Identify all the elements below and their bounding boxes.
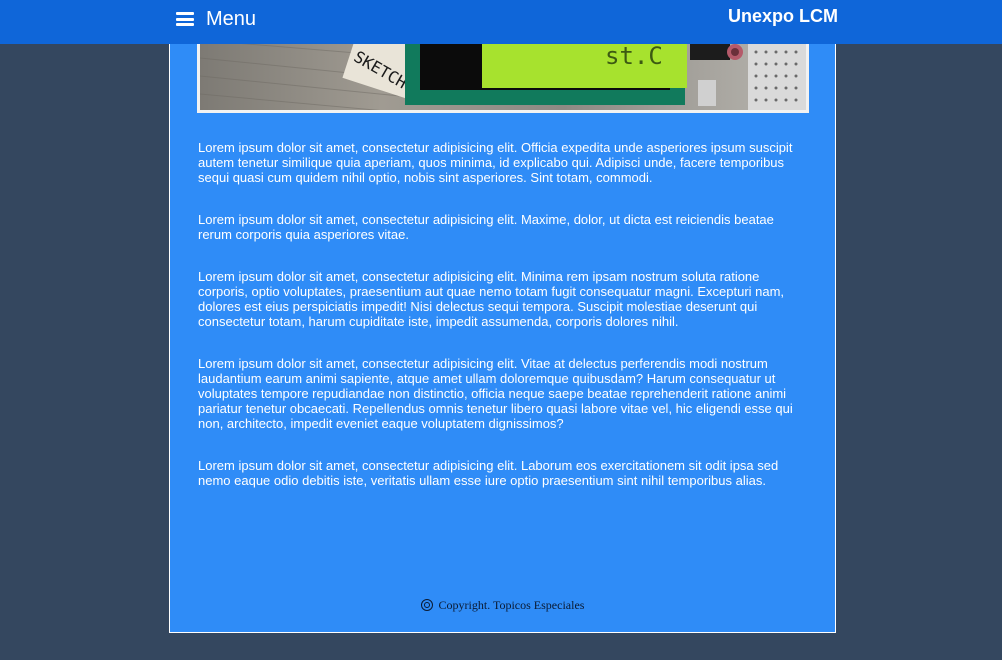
paragraph-3: Lorem ipsum dolor sit amet, consectetur … [198,269,785,329]
paragraph-4: Lorem ipsum dolor sit amet, consectetur … [198,356,793,431]
paragraph-2: Lorem ipsum dolor sit amet, consectetur … [198,212,774,242]
menu-label: Menu [206,7,257,30]
hamburger-menu-icon [176,12,194,26]
content-panel: SKETCH st.C Lorem ipsum dolor sit amet, … [169,30,836,633]
article-body: Lorem ipsum dolor sit amet, consectetur … [198,140,810,515]
site-brand[interactable]: Unexpo LCM [728,6,838,27]
paragraph-1: Lorem ipsum dolor sit amet, consectetur … [198,140,793,185]
menu-button[interactable]: Menu [176,6,256,32]
footer: Copyright. Topicos Especiales [170,598,835,613]
copyright-text: Copyright. Topicos Especiales [438,598,585,612]
paragraph-5: Lorem ipsum dolor sit amet, consectetur … [198,458,779,488]
lcd-screen-text: st.C [605,42,663,70]
copyright-icon [420,599,433,611]
top-navigation-bar: Menu Unexpo LCM [0,0,1002,44]
